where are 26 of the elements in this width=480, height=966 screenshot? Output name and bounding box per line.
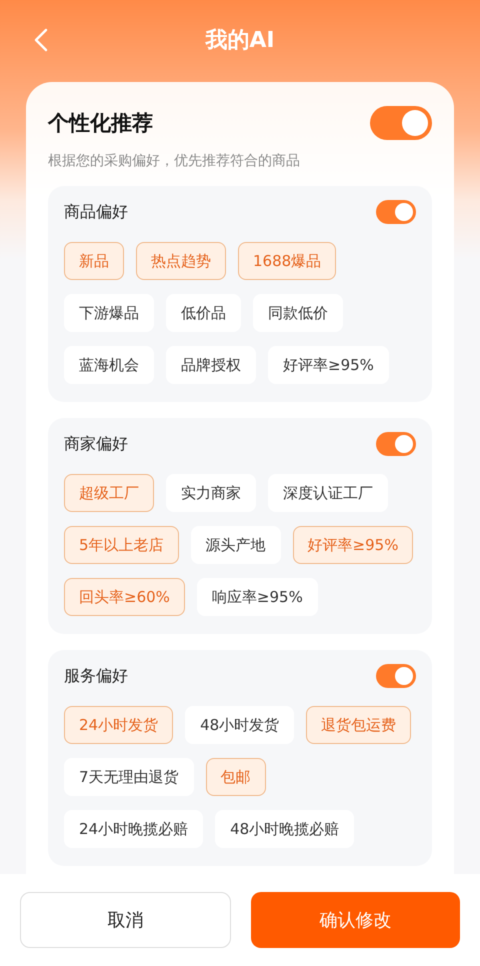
tag-chip[interactable]: 48小时发货: [185, 706, 294, 744]
panel-title: 商品偏好: [64, 202, 128, 222]
cancel-button[interactable]: 取消: [20, 892, 231, 948]
panel-title: 商家偏好: [64, 434, 128, 454]
toggle-switch[interactable]: [376, 200, 416, 224]
section-title: 个性化推荐: [48, 110, 153, 137]
panel-title: 服务偏好: [64, 666, 128, 686]
tag-chip[interactable]: 实力商家: [166, 474, 256, 512]
tag-chip[interactable]: 下游爆品: [64, 294, 154, 332]
tag-chip[interactable]: 源头产地: [190, 526, 281, 564]
tag-chip[interactable]: 蓝海机会: [64, 346, 154, 384]
tag-chip[interactable]: 品牌授权: [166, 346, 256, 384]
description-text: 根据您的采购偏好，优先推荐符合的商品: [48, 152, 301, 170]
tag-chip[interactable]: 深度认证工厂: [268, 474, 388, 512]
toggle-switch[interactable]: [376, 432, 416, 456]
toggle-switch[interactable]: [376, 664, 416, 688]
tag-chip[interactable]: 24小时晚揽必赔: [64, 810, 204, 848]
tag-chip[interactable]: 48小时晚揽必赔: [215, 810, 354, 848]
toggle-switch[interactable]: [370, 106, 432, 140]
back-icon[interactable]: [34, 28, 48, 52]
tag-chip[interactable]: 好评率≥95%: [268, 346, 389, 384]
tag-chip[interactable]: 低价品: [166, 294, 241, 332]
tag-chip[interactable]: 同款低价: [253, 294, 343, 332]
page-title: 我的AI: [205, 27, 275, 55]
tag-chip[interactable]: 7天无理由退货: [64, 758, 194, 796]
tag-chip[interactable]: 响应率≥95%: [196, 578, 318, 616]
